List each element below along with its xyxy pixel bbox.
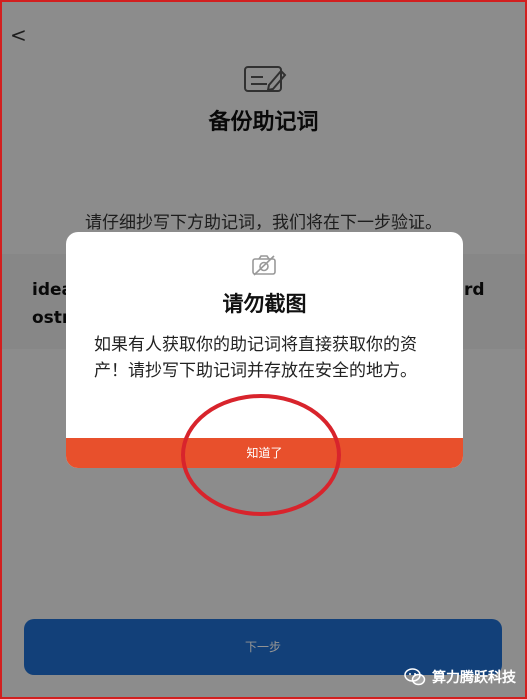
dialog-title: 请勿截图 — [222, 292, 307, 316]
screenshot-frame: < 备份助记词 请仔细抄写下方助记词，我们将在下一步验证。 idea ostr … — [0, 0, 527, 699]
wechat-icon — [404, 668, 426, 686]
dialog-message: 如果有人获取你的助记词将直接获取你的资产！请抄写下助记词并存放在安全的地方。 — [94, 335, 417, 381]
no-camera-icon — [252, 255, 276, 276]
watermark-text: 算力腾跃科技 — [432, 670, 516, 686]
watermark: 算力腾跃科技 — [404, 664, 516, 690]
annotation-circle — [181, 394, 341, 516]
